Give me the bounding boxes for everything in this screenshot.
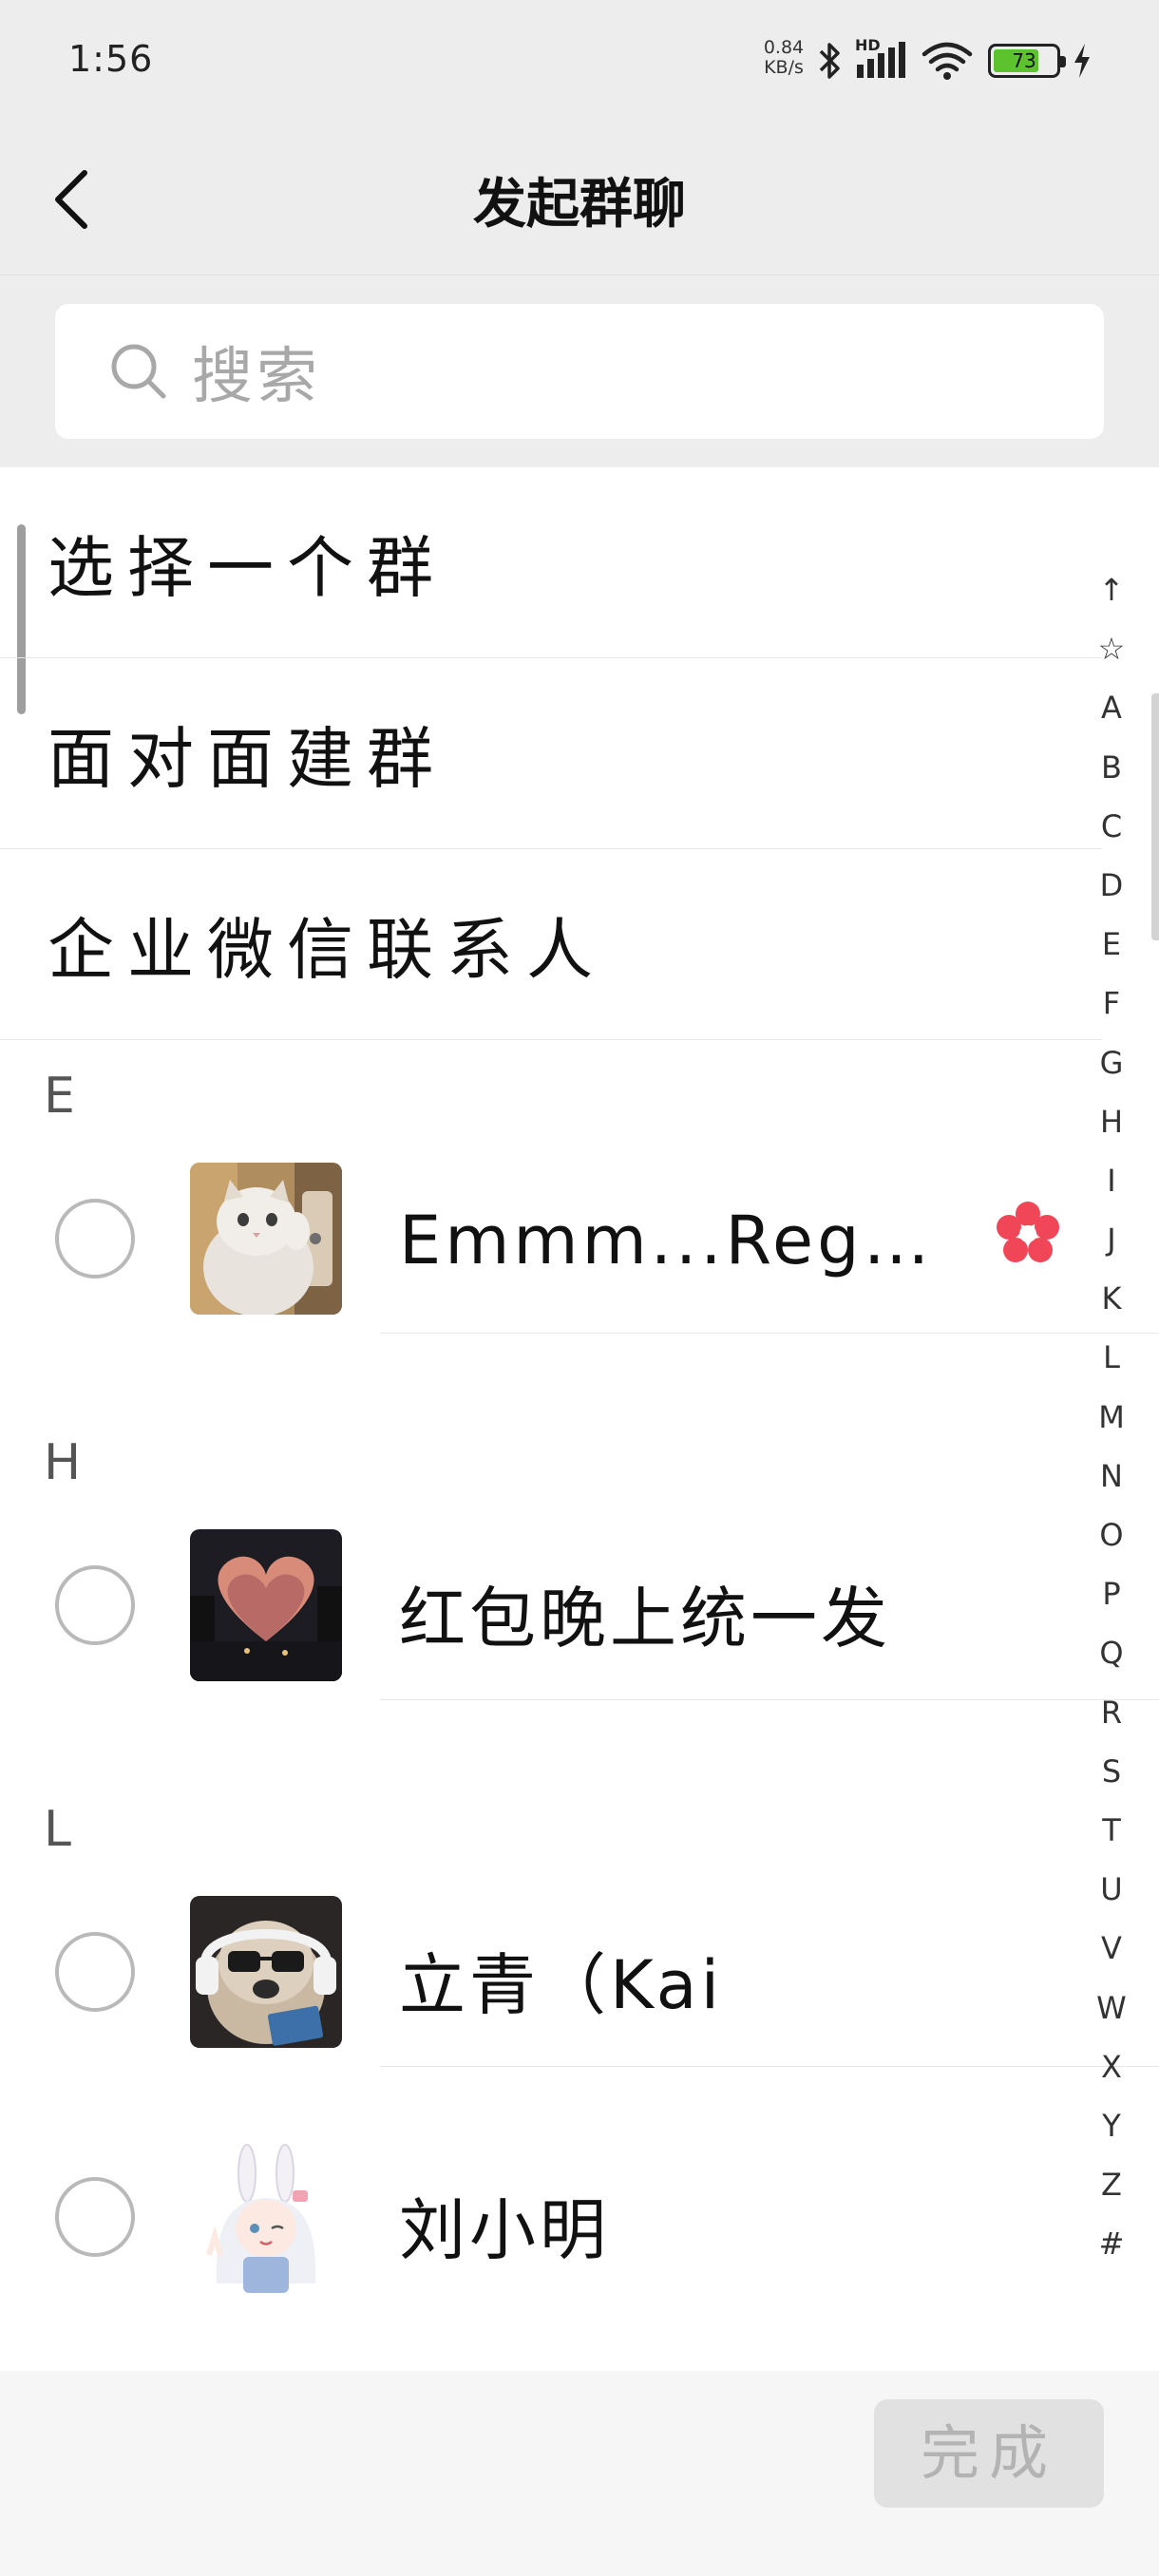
index-letter[interactable]: C: [1085, 797, 1138, 856]
index-letter[interactable]: Y: [1085, 2096, 1138, 2155]
search-placeholder: 搜索: [192, 342, 321, 412]
index-letter[interactable]: K: [1085, 1269, 1138, 1328]
select-checkbox[interactable]: [55, 1932, 135, 2012]
index-letter[interactable]: S: [1085, 1742, 1138, 1801]
contact-list[interactable]: 选择一个群 面对面建群 企业微信联系人 E Emmm...Reg… H 红包晚上…: [0, 467, 1159, 2371]
index-letter[interactable]: Q: [1085, 1623, 1138, 1682]
index-letter[interactable]: X: [1085, 2037, 1138, 2096]
section-header-e: E: [44, 1068, 75, 1125]
index-letter[interactable]: D: [1085, 856, 1138, 915]
avatar: [190, 2141, 342, 2293]
index-letter[interactable]: H: [1085, 1092, 1138, 1151]
index-letter[interactable]: P: [1085, 1564, 1138, 1623]
bottom-bar: 完成: [0, 2371, 1159, 2576]
status-bar: 1:56 0.84 KB/s HD 73: [0, 0, 1159, 123]
bluetooth-icon: [819, 43, 840, 79]
contact-row[interactable]: 红包晚上统一发: [0, 1510, 1159, 1700]
battery-level: 73: [1012, 49, 1036, 72]
anime-bunny-girl-avatar: [190, 2141, 342, 2293]
index-letter[interactable]: ☆: [1085, 619, 1138, 678]
row-divider: [380, 1699, 1159, 1700]
status-time: 1:56: [68, 38, 154, 80]
row-divider: [380, 2066, 1159, 2067]
sunglasses-dog-photo-avatar: [190, 1896, 342, 2048]
index-letter[interactable]: B: [1085, 738, 1138, 797]
select-group-option[interactable]: 选择一个群: [0, 467, 1102, 658]
select-checkbox[interactable]: [55, 1199, 135, 1279]
select-checkbox[interactable]: [55, 1565, 135, 1645]
face-to-face-group-option[interactable]: 面对面建群: [0, 658, 1102, 849]
index-letter[interactable]: L: [1085, 1328, 1138, 1387]
index-letter[interactable]: A: [1085, 678, 1138, 737]
contact-row[interactable]: 立青（Kai: [0, 1877, 1159, 2067]
alphabet-index[interactable]: ↑ ☆ A B C D E F G H I J K L M N O P Q R S T U V W X Y Z #: [1085, 560, 1138, 2273]
done-button[interactable]: 完成: [874, 2399, 1104, 2508]
index-letter[interactable]: F: [1085, 974, 1138, 1032]
contact-name: 刘小明: [399, 2191, 610, 2269]
search-input[interactable]: 搜索: [55, 304, 1104, 439]
wecom-contacts-option[interactable]: 企业微信联系人: [0, 849, 1102, 1040]
avatar: [190, 1163, 342, 1315]
contact-row[interactable]: 刘小明: [0, 2122, 1102, 2312]
signal-indicator: HD: [855, 36, 910, 82]
start-group-chat-screen: 1:56 0.84 KB/s HD 73 发起群聊 搜索 选择一个群 面对面建群…: [0, 0, 1159, 2576]
index-letter[interactable]: W: [1085, 1979, 1138, 2037]
index-letter[interactable]: ↑: [1085, 560, 1138, 619]
option-label: 企业微信联系人: [48, 910, 606, 989]
index-letter[interactable]: V: [1085, 1919, 1138, 1978]
search-icon: [111, 344, 166, 399]
index-letter[interactable]: G: [1085, 1033, 1138, 1092]
row-divider: [380, 1333, 1159, 1334]
flower-icon: [996, 1202, 1059, 1262]
wifi-icon: [922, 42, 973, 80]
battery-tip: [1060, 56, 1066, 67]
section-header-l: L: [44, 1801, 71, 1858]
contact-name: 立青（Kai: [399, 1946, 724, 2024]
index-letter[interactable]: M: [1085, 1388, 1138, 1447]
contact-name-text: Emmm...Reg…: [399, 1202, 934, 1279]
index-letter[interactable]: N: [1085, 1447, 1138, 1506]
select-checkbox[interactable]: [55, 2177, 135, 2257]
search-area: 搜索: [0, 275, 1159, 467]
contact-name: 红包晚上统一发: [399, 1580, 891, 1657]
charging-icon: [1074, 44, 1090, 78]
option-label: 选择一个群: [48, 528, 446, 607]
edge-handle[interactable]: [1151, 693, 1159, 940]
index-letter[interactable]: R: [1085, 1683, 1138, 1742]
index-letter[interactable]: Z: [1085, 2155, 1138, 2214]
index-letter[interactable]: J: [1085, 1210, 1138, 1269]
network-speed-value: 0.84: [763, 37, 805, 58]
index-letter[interactable]: #: [1085, 2214, 1138, 2273]
index-letter[interactable]: U: [1085, 1860, 1138, 1919]
index-letter[interactable]: E: [1085, 915, 1138, 974]
avatar: [190, 1896, 342, 2048]
index-letter[interactable]: T: [1085, 1801, 1138, 1860]
signal-bars-icon: [857, 42, 905, 78]
index-letter[interactable]: I: [1085, 1151, 1138, 1210]
avatar: [190, 1529, 342, 1681]
index-letter[interactable]: O: [1085, 1506, 1138, 1564]
network-speed: 0.84 KB/s: [760, 38, 808, 78]
page-title: 发起群聊: [473, 174, 686, 236]
contact-row[interactable]: Emmm...Reg…: [0, 1144, 1159, 1334]
contact-name: Emmm...Reg…: [399, 1199, 1063, 1279]
section-header-h: H: [44, 1434, 82, 1491]
nav-bar: 发起群聊: [0, 123, 1159, 275]
sunset-street-photo-avatar: [190, 1529, 342, 1681]
option-label: 面对面建群: [48, 719, 446, 798]
network-speed-unit: KB/s: [764, 57, 804, 78]
cat-photo-avatar: [190, 1163, 342, 1315]
battery-icon: 73: [988, 44, 1066, 78]
status-icons: HD 73: [815, 36, 1092, 82]
